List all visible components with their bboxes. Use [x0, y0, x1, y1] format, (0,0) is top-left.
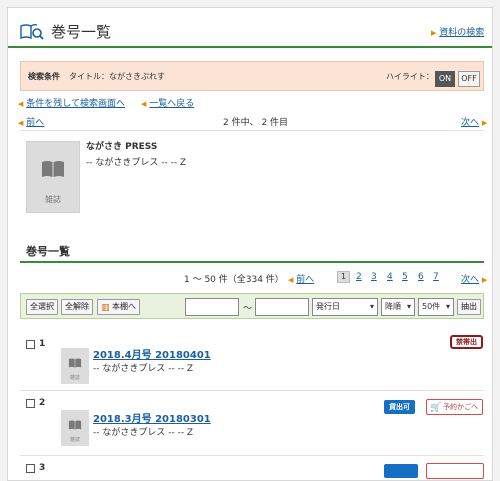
- item-2-subtitle: -- ながさきプレス -- -- Z: [93, 428, 194, 438]
- page-6-link[interactable]: 6: [418, 272, 424, 282]
- issue-list-heading: 巻号一覧: [26, 245, 70, 258]
- highlight-off-button[interactable]: OFF: [458, 71, 480, 87]
- per-page-select[interactable]: 50件 ▾: [418, 298, 454, 316]
- highlight-on-button[interactable]: ON: [435, 71, 455, 87]
- next-page-link[interactable]: 次へ ▶: [461, 272, 487, 285]
- date-from-input[interactable]: [185, 298, 239, 316]
- issue-toolbar: 全選択 全解除 ▥ 本棚へ 〜 発行日 ▾ 降順 ▾ 50件 ▾ 抽出: [20, 293, 484, 319]
- page-3-link[interactable]: 3: [371, 272, 377, 282]
- record-divider: [20, 130, 484, 131]
- material-search-link[interactable]: ▶ 資料の検索: [431, 25, 484, 38]
- item-2-title-link[interactable]: 2018.3月号 20180301: [93, 410, 211, 425]
- item-3-reserve-cart-button[interactable]: [426, 463, 484, 479]
- cover-label: 雑誌: [45, 195, 61, 204]
- thumb-label: 雑誌: [69, 375, 80, 381]
- item-divider: [20, 390, 484, 391]
- bookshelf-icon: ▥: [101, 303, 110, 313]
- magazine-cover-image: 雑誌: [26, 141, 80, 213]
- cart-icon: 🛒: [430, 403, 442, 413]
- back-to-search-link[interactable]: ◀ 条件を残して検索画面へ: [18, 96, 125, 109]
- page-title: 巻号一覧: [51, 23, 112, 41]
- range-tilde: 〜: [243, 304, 253, 314]
- item-1-number: 1: [39, 339, 46, 349]
- next-record-link[interactable]: 次へ ▶: [461, 115, 487, 128]
- deselect-all-button[interactable]: 全解除: [61, 299, 93, 315]
- chevron-down-icon: ▾: [445, 302, 450, 311]
- issue-list-divider: [20, 261, 484, 263]
- result-range: 1 〜 50 件（全334 件）: [184, 275, 284, 285]
- main-panel: 巻号一覧 ▶ 資料の検索 検索条件 タイトル：ながさきぷれす ハイライト： ON…: [7, 7, 493, 481]
- item-2-thumbnail: 雑誌: [61, 410, 89, 446]
- conditions-text: タイトル：ながさきぷれす: [69, 72, 165, 81]
- item-3-status-badge: [384, 464, 418, 478]
- item-3-checkbox[interactable]: [26, 464, 35, 473]
- item-2-number: 2: [39, 398, 46, 408]
- open-book-icon: [68, 358, 82, 368]
- record-subtitle: -- ながさきプレス -- -- Z: [86, 158, 187, 168]
- arrow-left-icon: ◀: [288, 276, 294, 284]
- arrow-left-icon: ◀: [18, 100, 24, 108]
- date-to-input[interactable]: [255, 298, 309, 316]
- arrow-left-icon: ◀: [141, 100, 147, 108]
- bookshelf-button[interactable]: ▥ 本棚へ: [97, 299, 140, 315]
- open-book-icon: [42, 161, 64, 177]
- page-2-link[interactable]: 2: [356, 272, 362, 282]
- item-1-checkbox[interactable]: [26, 340, 35, 349]
- item-2-reserve-cart-button[interactable]: 🛒 予約かごへ: [426, 399, 483, 415]
- select-all-button[interactable]: 全選択: [26, 299, 58, 315]
- item-3-number: 3: [39, 463, 46, 473]
- item-1-title-link[interactable]: 2018.4月号 20180401: [93, 346, 211, 361]
- record-count: 2 件中、 2 件目: [223, 118, 289, 128]
- item-2-status-badge: 貸出可: [384, 400, 415, 414]
- chevron-down-icon: ▾: [369, 302, 374, 311]
- sort-field-select[interactable]: 発行日 ▾: [312, 298, 378, 316]
- item-1-thumbnail: 雑誌: [61, 348, 89, 384]
- page-1-current: 1: [337, 271, 350, 283]
- arrow-left-icon: ◀: [18, 119, 24, 127]
- thumb-label: 雑誌: [69, 437, 80, 443]
- page-5-link[interactable]: 5: [402, 272, 408, 282]
- search-conditions-box: 検索条件 タイトル：ながさきぷれす ハイライト： ON OFF: [20, 61, 484, 91]
- chevron-down-icon: ▾: [406, 302, 411, 311]
- sort-order-select[interactable]: 降順 ▾: [381, 298, 415, 316]
- book-search-icon: [20, 23, 44, 40]
- item-2-checkbox[interactable]: [26, 399, 35, 408]
- page-4-link[interactable]: 4: [387, 272, 393, 282]
- page-7-link[interactable]: 7: [433, 272, 439, 282]
- conditions-label: 検索条件: [28, 72, 60, 81]
- prev-page-link[interactable]: ◀ 前へ: [288, 272, 314, 285]
- header-divider: [8, 46, 492, 48]
- item-divider: [20, 455, 484, 456]
- arrow-right-icon: ▶: [431, 29, 437, 37]
- item-1-subtitle: -- ながさきプレス -- -- Z: [93, 364, 194, 374]
- item-1-status-badge: 禁帯出: [450, 335, 483, 349]
- prev-record-link[interactable]: ◀ 前へ: [18, 115, 44, 128]
- back-to-list-link[interactable]: ◀ 一覧へ戻る: [141, 96, 194, 109]
- extract-button[interactable]: 抽出: [457, 299, 481, 315]
- highlight-label: ハイライト：: [386, 72, 434, 81]
- open-book-icon: [68, 420, 82, 430]
- arrow-right-icon: ▶: [481, 276, 488, 284]
- record-title: ながさき PRESS: [86, 142, 158, 152]
- arrow-right-icon: ▶: [481, 119, 488, 127]
